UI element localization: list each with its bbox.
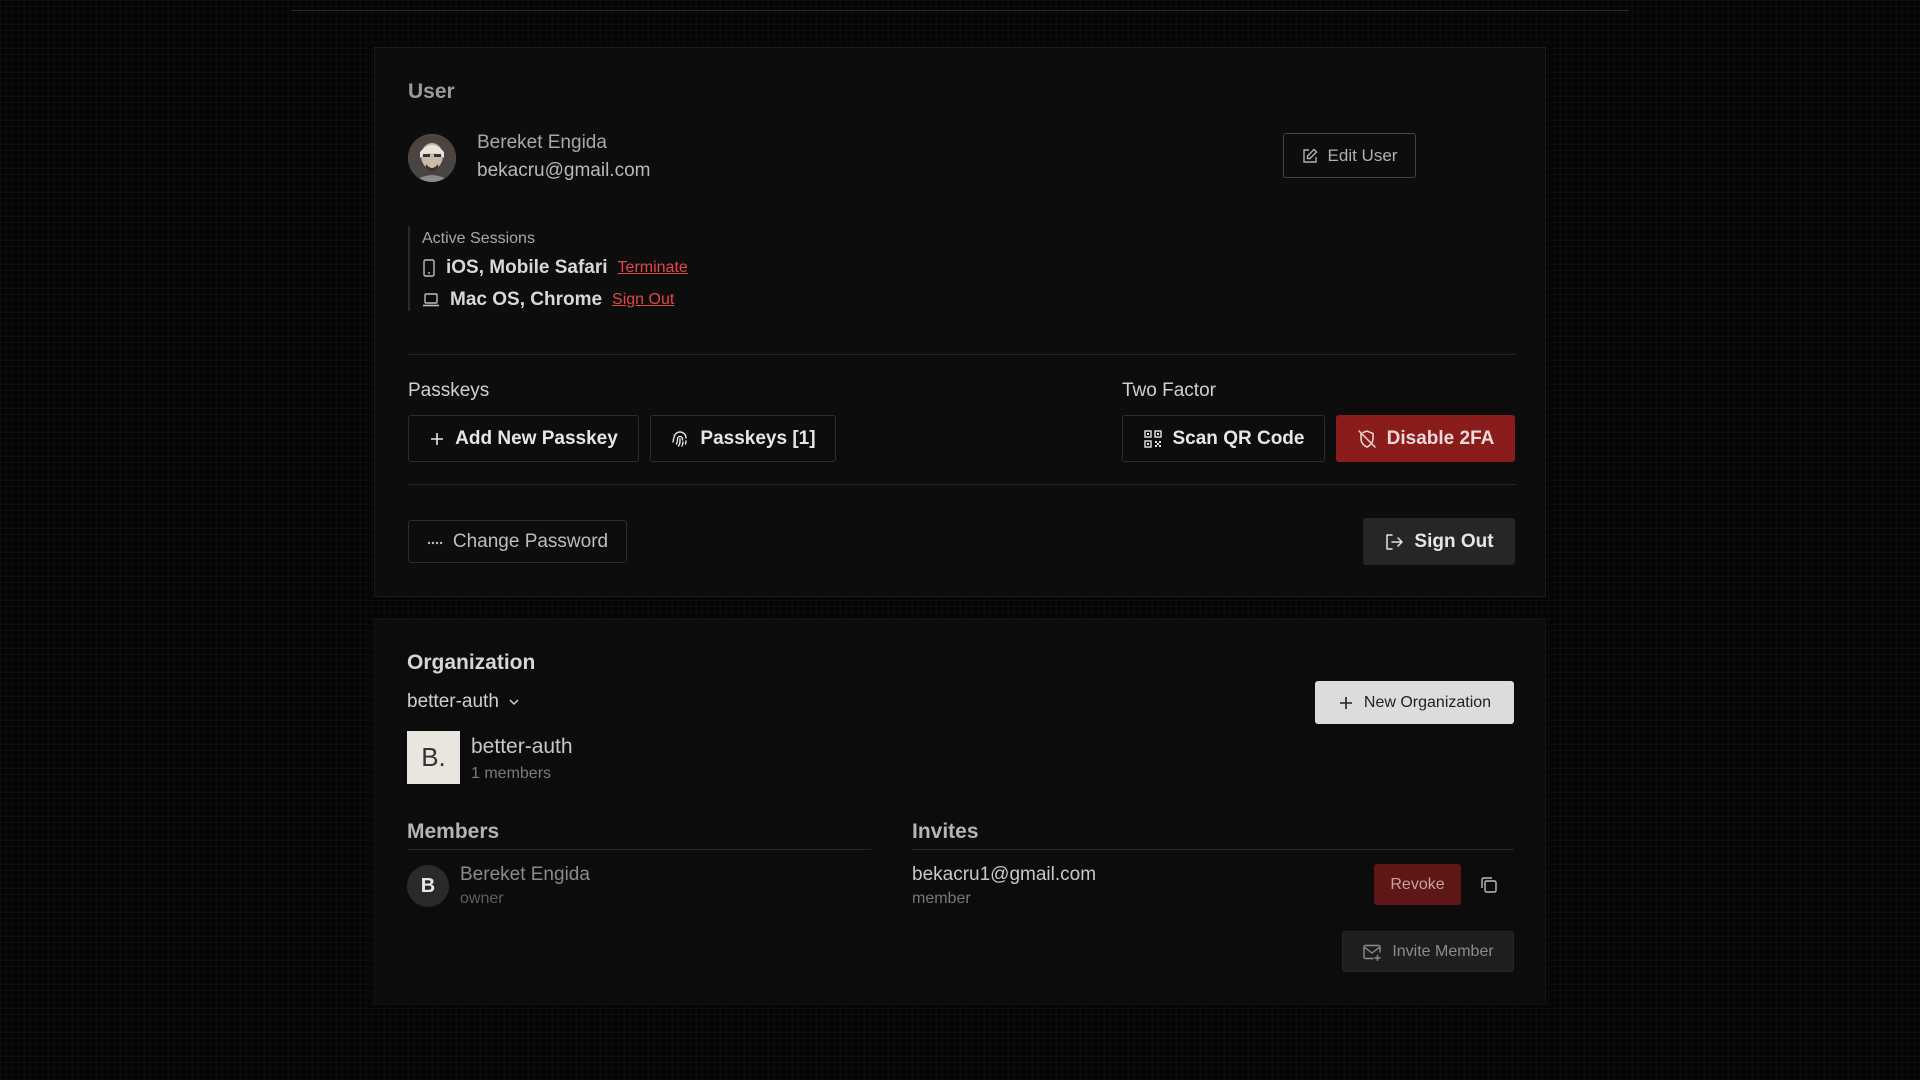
- user-name: Bereket Engida: [477, 132, 607, 153]
- edit-user-label: Edit User: [1327, 145, 1398, 165]
- user-email: bekacru@gmail.com: [477, 160, 651, 181]
- add-passkey-button[interactable]: Add New Passkey: [408, 415, 639, 462]
- plus-icon: [1339, 696, 1352, 709]
- invite-email: bekacru1@gmail.com: [912, 864, 1097, 885]
- active-sessions-label: Active Sessions: [422, 230, 535, 247]
- active-sessions: Active Sessions iOS, Mobile Safari Termi…: [408, 226, 808, 311]
- copy-invite-link-button[interactable]: [1474, 870, 1504, 900]
- change-password-button[interactable]: Change Password: [408, 520, 627, 563]
- sign-out-session-link[interactable]: Sign Out: [612, 291, 674, 309]
- session-device: Mac OS, Chrome: [450, 289, 603, 310]
- laptop-icon: [423, 293, 439, 307]
- fingerprint-icon: [672, 430, 688, 447]
- shield-off-icon: [1357, 429, 1376, 448]
- change-password-label: Change Password: [452, 530, 609, 552]
- member-role: owner: [460, 890, 504, 907]
- organization-logo: B.: [407, 731, 460, 784]
- new-organization-button[interactable]: New Organization: [1315, 681, 1514, 724]
- invites-title: Invites: [912, 820, 979, 843]
- member-name: Bereket Engida: [460, 864, 590, 885]
- passkeys-label: Passkeys: [408, 380, 490, 401]
- session-device: iOS, Mobile Safari: [446, 257, 608, 278]
- terminate-session-link[interactable]: Terminate: [618, 259, 688, 277]
- passkeys-count-label: Passkeys [1]: [700, 427, 816, 449]
- invite-member-label: Invite Member: [1392, 942, 1494, 960]
- edit-user-button[interactable]: Edit User: [1283, 133, 1416, 178]
- revoke-invite-button[interactable]: Revoke: [1374, 864, 1461, 905]
- edit-icon: [1302, 148, 1318, 163]
- members-title: Members: [407, 820, 500, 843]
- members-divider: [407, 849, 871, 850]
- mail-plus-icon: [1363, 944, 1382, 961]
- disable-2fa-button[interactable]: Disable 2FA: [1336, 415, 1515, 462]
- organization-member-count: 1 members: [471, 765, 552, 782]
- session-row: Mac OS, Chrome Sign Out: [422, 284, 808, 316]
- organization-name: better-auth: [471, 735, 573, 758]
- member-avatar: B: [407, 865, 449, 907]
- sign-out-label: Sign Out: [1414, 530, 1494, 552]
- revoke-label: Revoke: [1390, 875, 1445, 893]
- copy-icon: [1481, 877, 1497, 893]
- organization-select[interactable]: better-auth: [407, 691, 521, 713]
- plus-icon: [431, 432, 444, 445]
- qr-code-icon: [1143, 429, 1162, 448]
- scan-qr-label: Scan QR Code: [1172, 427, 1305, 449]
- user-card-title: User: [408, 80, 455, 103]
- two-factor-label: Two Factor: [1122, 380, 1216, 401]
- phone-icon: [423, 259, 435, 277]
- user-card: User Bereket Engida bekacru@gmail.com Ed…: [374, 47, 1546, 597]
- add-passkey-label: Add New Passkey: [455, 427, 618, 449]
- new-organization-label: New Organization: [1363, 693, 1492, 711]
- top-divider: [291, 10, 1629, 11]
- passkeys-button[interactable]: Passkeys [1]: [650, 415, 836, 462]
- log-out-icon: [1386, 533, 1404, 550]
- organization-card: Organization better-auth New Organizatio…: [374, 619, 1546, 1005]
- invite-role: member: [912, 890, 971, 907]
- scan-qr-button[interactable]: Scan QR Code: [1122, 415, 1325, 462]
- disable-2fa-label: Disable 2FA: [1386, 427, 1495, 449]
- avatar-photo-icon: [408, 134, 456, 182]
- password-dots-icon: [427, 541, 443, 544]
- user-avatar: [408, 134, 456, 182]
- sign-out-button[interactable]: Sign Out: [1363, 518, 1515, 565]
- chevron-down-icon: [509, 699, 519, 706]
- section-divider: [408, 484, 1516, 485]
- selected-organization: better-auth: [407, 691, 499, 712]
- organization-title: Organization: [407, 651, 536, 674]
- invites-divider: [912, 849, 1514, 850]
- session-row: iOS, Mobile Safari Terminate: [422, 252, 808, 284]
- invite-member-button[interactable]: Invite Member: [1342, 931, 1514, 972]
- section-divider: [408, 354, 1516, 355]
